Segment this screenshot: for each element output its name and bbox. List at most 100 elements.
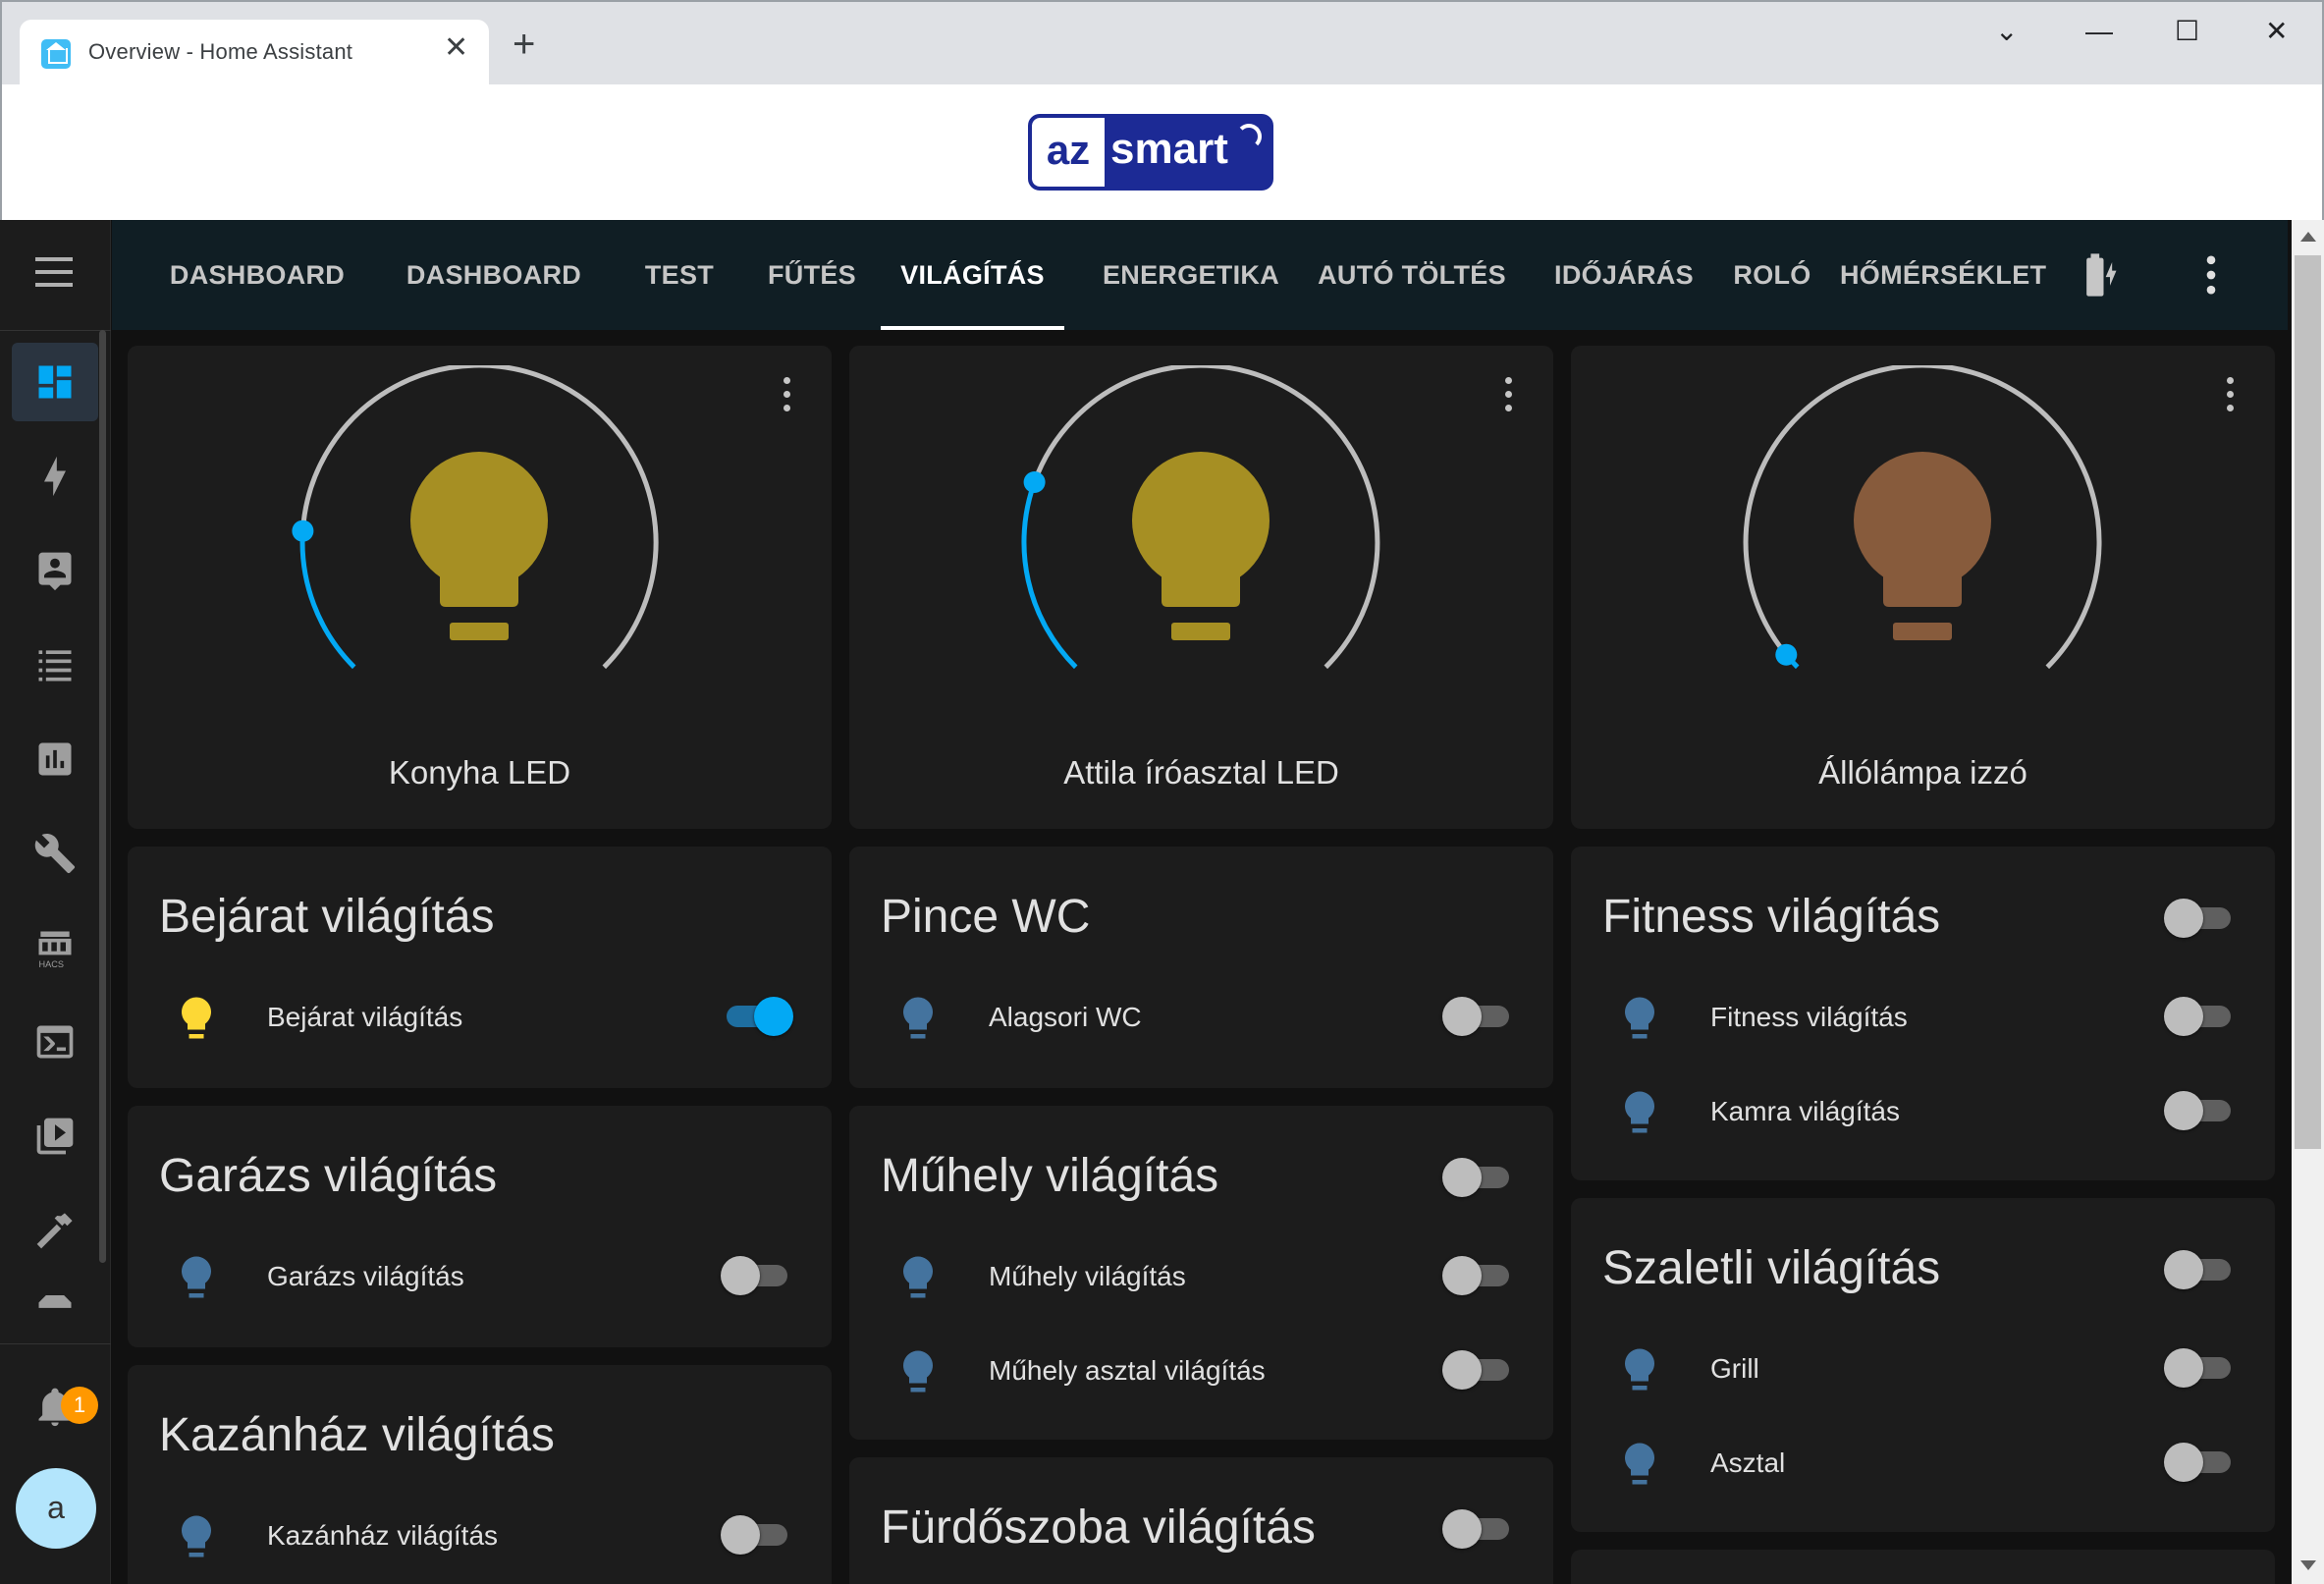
card-title: Pince WC — [881, 891, 1091, 943]
entity-row-label[interactable]: Műhely asztal világítás — [989, 1355, 1266, 1387]
more-options-icon[interactable] — [2224, 375, 2236, 414]
lightbulb-icon[interactable] — [179, 996, 214, 1043]
sidebar-item-map[interactable] — [12, 531, 98, 610]
entity-toggle[interactable] — [1442, 996, 1515, 1036]
card-title: Szaletli világítás — [1602, 1242, 1941, 1294]
close-window-button[interactable]: ✕ — [2265, 16, 2288, 47]
lightbulb-icon[interactable] — [900, 1255, 936, 1302]
entity-row-label[interactable]: Grill — [1710, 1353, 1759, 1385]
entity-toggle[interactable] — [1442, 1349, 1515, 1390]
more-vertical-icon[interactable] — [2186, 249, 2237, 300]
lightbulb-icon[interactable] — [1622, 1347, 1657, 1394]
light-name: Attila íróasztal LED — [1063, 754, 1339, 791]
tab-rolo[interactable]: ROLÓ — [1720, 220, 1824, 330]
tab-dashboard-2[interactable]: DASHBOARD 2 — [159, 220, 355, 400]
header-toggle[interactable] — [2164, 898, 2237, 938]
sidebar-item-more[interactable] — [12, 1267, 98, 1316]
user-avatar[interactable]: a — [16, 1468, 96, 1549]
entities-card-fitness: Fitness világítás Fitness világítás Kamr… — [1571, 847, 2275, 1180]
light-card-allolampa[interactable]: Állólámpa izzó — [1571, 346, 2275, 829]
entities-card-bejarat: Bejárat világítás Bejárat világítás — [128, 847, 832, 1088]
battery-charging-icon[interactable] — [2072, 249, 2123, 300]
browser-tab[interactable]: Overview - Home Assistant ✕ — [20, 20, 489, 86]
person-map-icon — [38, 552, 72, 591]
entity-row-label[interactable]: Kamra világítás — [1710, 1096, 1900, 1127]
entity-row-label[interactable]: Alagsori WC — [989, 1002, 1142, 1033]
card-title: Fürdőszoba világítás — [881, 1502, 1316, 1554]
lightbulb-icon[interactable] — [900, 996, 936, 1043]
entity-toggle[interactable] — [721, 1514, 793, 1555]
brightness-handle — [292, 519, 314, 542]
azsmart-logo: az smart — [1028, 114, 1273, 191]
sidebar-item-energy[interactable] — [12, 437, 98, 516]
brightness-dial[interactable] — [1571, 365, 2275, 738]
more-options-icon[interactable] — [1502, 375, 1514, 414]
card-title: Fitness világítás — [1602, 891, 1941, 943]
tab-test[interactable]: TEST — [638, 220, 721, 330]
light-card-attila[interactable]: Attila íróasztal LED — [849, 346, 1553, 829]
lightbulb-icon[interactable] — [179, 1514, 214, 1561]
brightness-dial[interactable] — [128, 365, 832, 738]
light-name: Konyha LED — [388, 754, 571, 791]
sidebar-item-terminal[interactable] — [12, 1003, 98, 1081]
scroll-down-icon[interactable] — [2300, 1560, 2316, 1570]
header-toggle[interactable] — [1442, 1508, 1515, 1549]
wifi-icon — [1236, 124, 1262, 149]
tab-idojaras[interactable]: IDŐJÁRÁS — [1531, 220, 1717, 330]
scroll-up-icon[interactable] — [2300, 232, 2316, 242]
entity-toggle[interactable] — [721, 996, 793, 1036]
entity-toggle[interactable] — [2164, 1347, 2237, 1388]
more-options-icon[interactable] — [781, 375, 792, 414]
maximize-button[interactable]: ☐ — [2175, 16, 2199, 47]
entity-row-label[interactable]: Bejárat világítás — [267, 1002, 462, 1033]
minimize-button[interactable]: — — [2085, 16, 2113, 47]
lightbulb-icon[interactable] — [1622, 1090, 1657, 1137]
menu-icon[interactable] — [35, 257, 73, 287]
header-toggle[interactable] — [1442, 1157, 1515, 1197]
bulb-icon — [1854, 452, 1991, 640]
main-scrollbar[interactable] — [2292, 220, 2324, 1584]
lightbulb-icon[interactable] — [179, 1255, 214, 1302]
entity-toggle[interactable] — [2164, 1442, 2237, 1482]
dashboard-icon — [38, 365, 72, 399]
header-toggle[interactable] — [2164, 1249, 2237, 1289]
entity-toggle[interactable] — [721, 1255, 793, 1295]
new-tab-button[interactable]: + — [513, 25, 535, 64]
brightness-dial[interactable] — [849, 365, 1553, 738]
light-card-konyha[interactable]: Konyha LED — [128, 346, 832, 829]
sidebar-item-hacs[interactable]: HACS — [12, 908, 98, 987]
card-title: Kazánház világítás — [159, 1409, 555, 1461]
tab-search-chevron-icon[interactable]: ⌄ — [1995, 16, 2018, 47]
entity-row-label[interactable]: Kazánház világítás — [267, 1520, 498, 1552]
lightbulb-icon[interactable] — [1622, 996, 1657, 1043]
tab-energetika[interactable]: ENERGETIKA — [1092, 220, 1290, 330]
entity-row-label[interactable]: Garázs világítás — [267, 1261, 464, 1292]
entity-row-label[interactable]: Asztal — [1710, 1447, 1785, 1479]
tab-dashboard-1[interactable]: DASHBOARD 1 — [396, 220, 592, 400]
entities-card-muhely: Műhely világítás Műhely világítás Műhely… — [849, 1106, 1553, 1440]
tab-futes[interactable]: FŰTÉS — [765, 220, 859, 330]
sidebar-item-overview[interactable] — [12, 343, 98, 421]
lightbulb-icon[interactable] — [1622, 1442, 1657, 1489]
lightbulb-icon[interactable] — [900, 1349, 936, 1396]
hacs-icon: HACS — [38, 931, 72, 969]
sidebar-scrollbar[interactable] — [99, 330, 106, 1263]
entities-card-pince: Pince WC Alagsori WC — [849, 847, 1553, 1088]
tab-auto-toltes[interactable]: AUTÓ TÖLTÉS — [1312, 220, 1512, 330]
tab-close-icon[interactable]: ✕ — [444, 33, 468, 63]
entity-row-label[interactable]: Fitness világítás — [1710, 1002, 1908, 1033]
entity-toggle[interactable] — [2164, 1090, 2237, 1130]
sidebar-item-logbook[interactable] — [12, 626, 98, 704]
scrollbar-thumb[interactable] — [2295, 255, 2321, 1149]
history-chart-icon — [38, 742, 72, 776]
tab-vilagitas[interactable]: VILÁGÍTÁS — [881, 220, 1064, 330]
sidebar-item-history[interactable] — [12, 720, 98, 798]
sidebar-item-developer[interactable] — [12, 1191, 98, 1270]
sidebar-item-settings[interactable] — [12, 814, 98, 893]
sidebar: HACS 1 a — [0, 220, 111, 1584]
tab-homerseklet[interactable]: HŐMÉRSÉKLET — [1840, 220, 2046, 330]
entity-row-label[interactable]: Műhely világítás — [989, 1261, 1186, 1292]
entity-toggle[interactable] — [2164, 996, 2237, 1036]
sidebar-item-media[interactable] — [12, 1097, 98, 1175]
entity-toggle[interactable] — [1442, 1255, 1515, 1295]
